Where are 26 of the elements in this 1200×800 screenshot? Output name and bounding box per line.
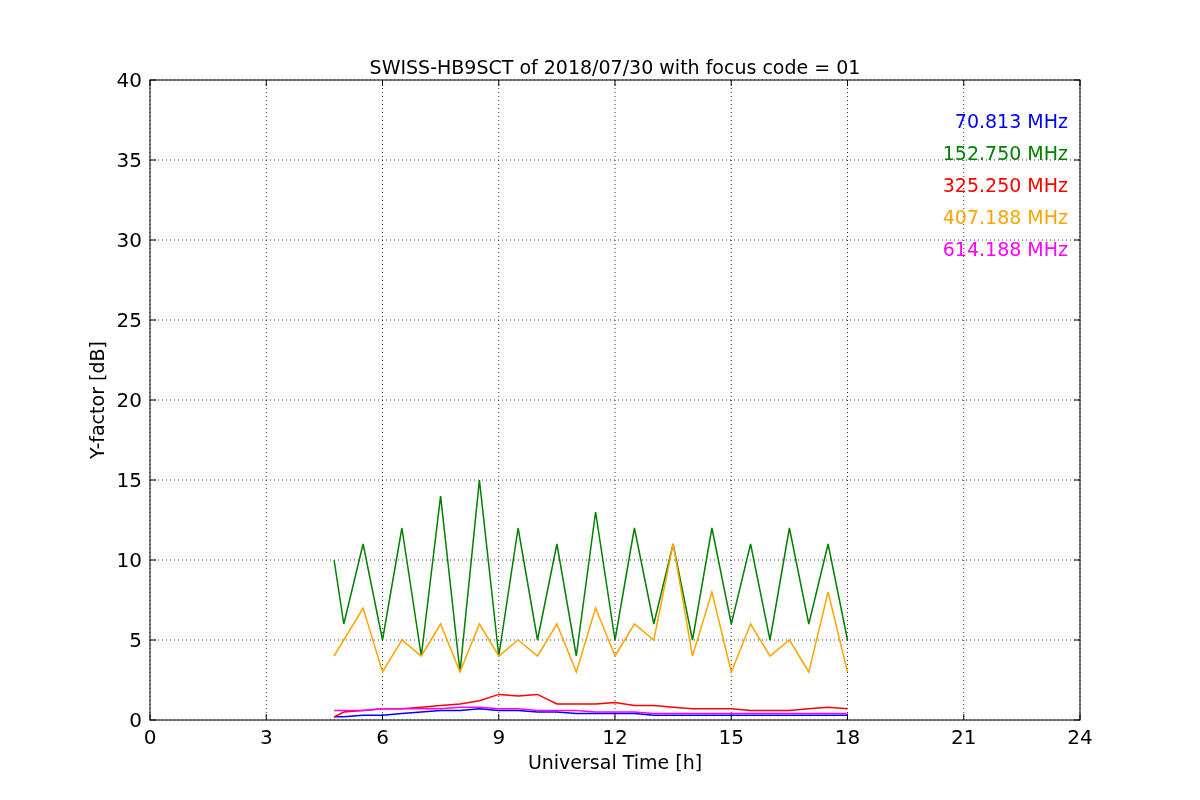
x-tick-label: 0: [143, 725, 157, 749]
y-tick-label: 15: [116, 468, 142, 492]
y-axis-label: Y-factor [dB]: [86, 341, 108, 459]
y-tick-label: 0: [129, 708, 142, 732]
legend-label: 325.250 MHz: [942, 174, 1068, 196]
legend-label: 70.813 MHz: [954, 110, 1068, 132]
x-tick-label: 18: [834, 725, 861, 749]
x-tick-label: 15: [718, 725, 744, 749]
y-tick-label: 30: [116, 228, 142, 252]
x-tick-label: 6: [376, 725, 389, 749]
x-tick-label: 24: [1067, 725, 1093, 749]
x-tick-label: 9: [492, 725, 506, 749]
legend-label: 152.750 MHz: [942, 142, 1068, 164]
x-axis-label: Universal Time [h]: [527, 751, 703, 773]
y-tick-label: 35: [116, 148, 142, 172]
y-tick-label: 20: [116, 388, 142, 412]
x-tick-label: 12: [602, 725, 628, 749]
y-tick-label: 25: [116, 308, 142, 332]
y-tick-label: 10: [116, 548, 142, 572]
x-tick-label: 21: [951, 725, 977, 749]
y-tick-label: 40: [116, 68, 142, 92]
legend-label: 614.188 MHz: [942, 238, 1068, 260]
chart-title: SWISS-HB9SCT of 2018/07/30 with focus code = 01: [369, 56, 861, 78]
legend-label: 407.188 MHz: [942, 206, 1068, 228]
x-tick-label: 3: [259, 725, 273, 749]
y-tick-label: 5: [129, 628, 142, 652]
